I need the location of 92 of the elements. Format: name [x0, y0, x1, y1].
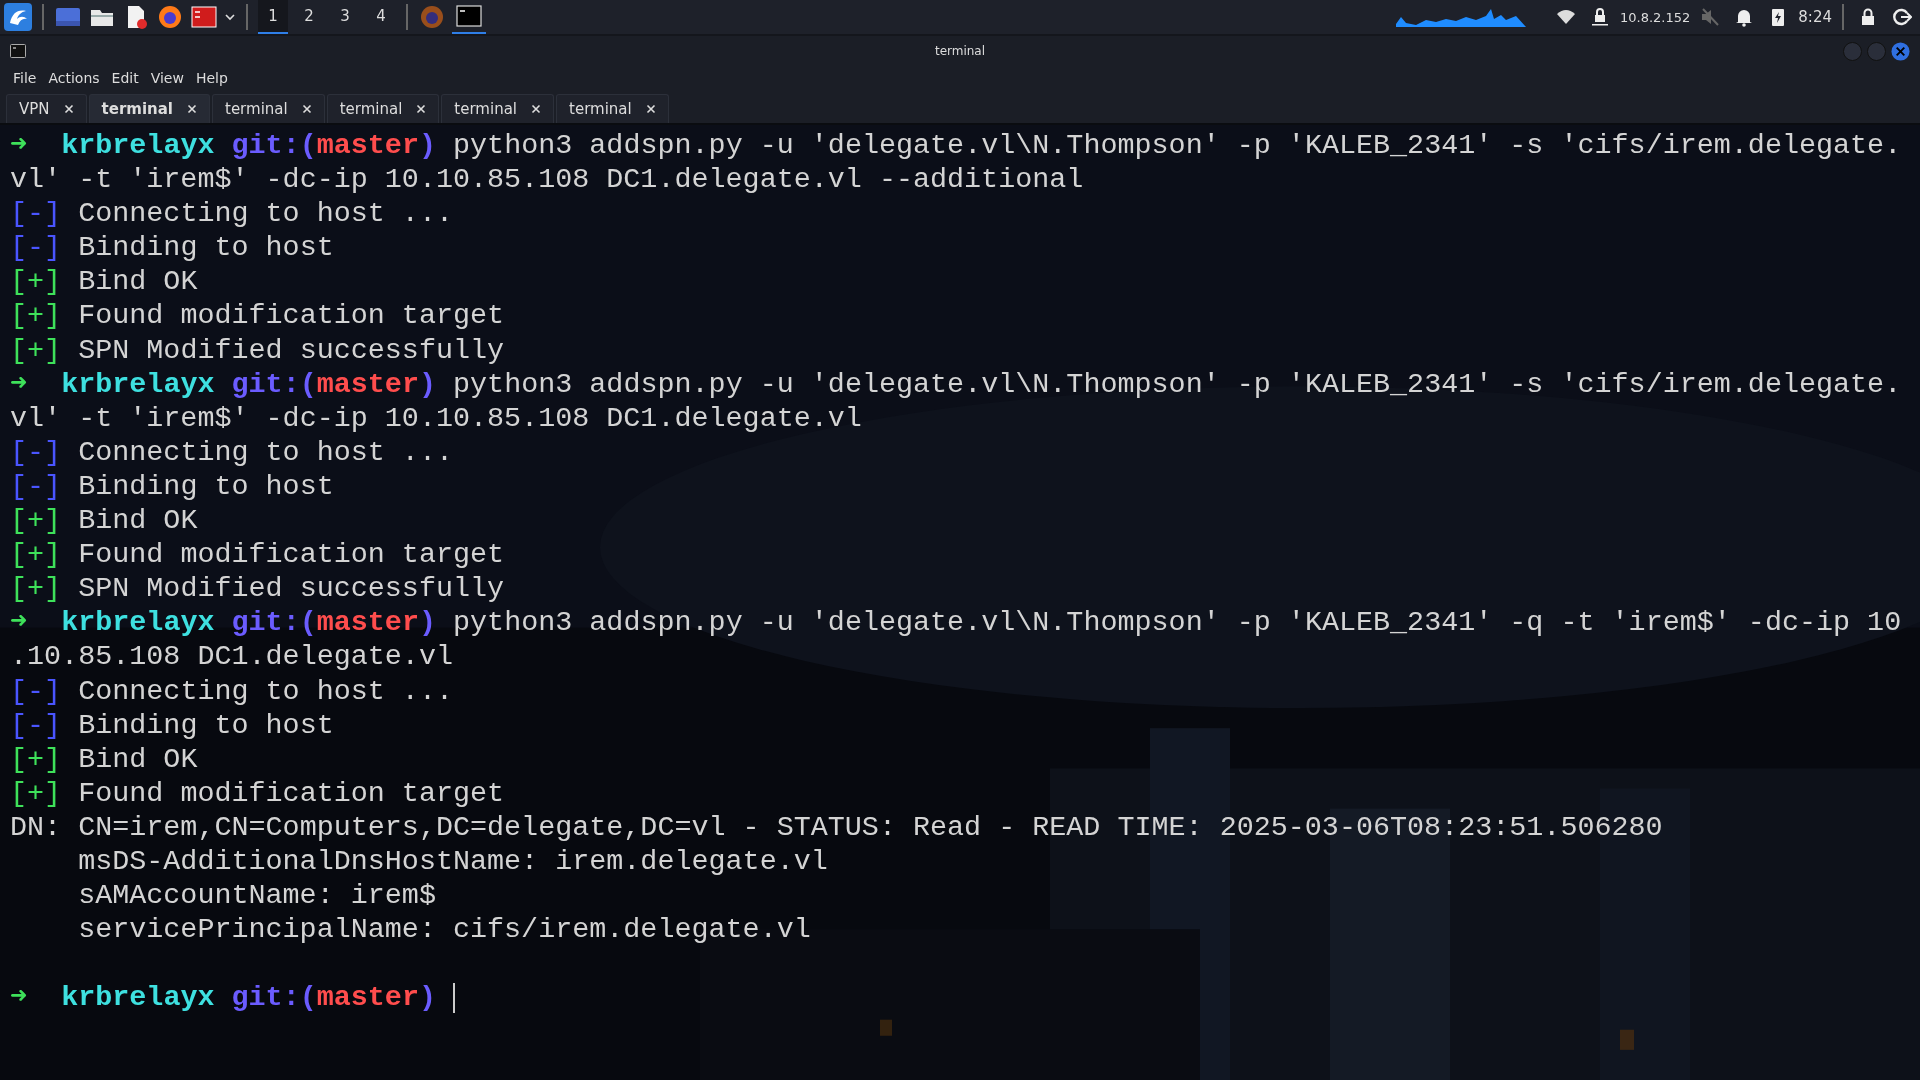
status-marker: [+]: [10, 538, 62, 573]
close-icon[interactable]: [416, 104, 427, 114]
caret-icon[interactable]: [224, 11, 236, 23]
close-button[interactable]: [1891, 41, 1910, 61]
clock[interactable]: 8:24: [1798, 8, 1832, 26]
output-text: Bind OK: [78, 504, 198, 539]
status-marker: [+]: [10, 572, 62, 607]
logout-icon[interactable]: [1892, 7, 1912, 27]
workspace-button[interactable]: 1: [258, 0, 288, 34]
output-text: Found modification target: [78, 776, 505, 811]
command-text: .10.85.108 DC1.delegate.vl: [10, 640, 453, 675]
close-icon[interactable]: [301, 104, 312, 114]
tab[interactable]: terminal: [88, 94, 210, 123]
workspace-button[interactable]: 2: [294, 0, 324, 34]
ip-address: 10.8.2.152: [1620, 9, 1691, 25]
status-marker: [-]: [10, 708, 62, 743]
directory-name: krbrelayx: [61, 129, 215, 164]
prompt-arrow: ➜: [10, 606, 28, 641]
output-text: Bind OK: [78, 742, 198, 777]
browser-icon[interactable]: [418, 3, 446, 31]
git-label: ): [418, 129, 436, 164]
tab[interactable]: terminal: [326, 94, 440, 123]
prompt-arrow: ➜: [10, 981, 28, 1016]
status-marker: [-]: [10, 674, 62, 709]
status-marker: [+]: [10, 776, 62, 811]
menu-item[interactable]: Edit: [106, 70, 144, 86]
tab[interactable]: terminal: [441, 94, 554, 123]
output-text: Binding to host: [78, 708, 334, 743]
status-marker: [+]: [10, 265, 62, 300]
git-branch: master: [316, 129, 419, 164]
prompt-arrow: ➜: [10, 129, 28, 164]
status-marker: [-]: [10, 197, 62, 232]
muted-speaker-icon[interactable]: [1700, 7, 1721, 27]
output-text: Found modification target: [78, 299, 505, 334]
git-label: ): [418, 606, 436, 641]
terminal-icon: [10, 44, 26, 58]
status-marker: [-]: [10, 231, 62, 266]
status-marker: [+]: [10, 504, 62, 539]
menu-item[interactable]: View: [145, 70, 189, 86]
output-text: Connecting to host ...: [78, 197, 453, 232]
browser-icon[interactable]: [156, 3, 184, 31]
close-icon[interactable]: [187, 104, 197, 114]
workspace-button[interactable]: 3: [330, 0, 360, 34]
menu-item[interactable]: Help: [190, 70, 233, 86]
output-text: servicePrincipalName: cifs/irem.delegate.vl: [78, 913, 811, 948]
workspace-button[interactable]: 4: [366, 0, 396, 34]
git-branch: master: [316, 981, 419, 1016]
output-text: DN: CN=irem,CN=Computers,DC=delegate,DC=vl - STATUS: Read - READ TIME: 2025-03-06T08:23:51.506280: [10, 810, 1663, 845]
git-label: git:(: [231, 606, 317, 641]
close-icon[interactable]: [645, 104, 656, 114]
lock-network-icon[interactable]: [1590, 7, 1610, 27]
output-text: Connecting to host ...: [78, 435, 453, 470]
status-marker: [-]: [10, 435, 62, 470]
status-marker: [+]: [10, 299, 62, 334]
tab[interactable]: VPN: [6, 94, 87, 123]
menu-item[interactable]: File: [8, 70, 42, 86]
git-label: ): [418, 367, 436, 402]
command-text: python3 addspn.py -u 'delegate.vl\N.Thompson' -p 'KALEB_2341' -q -t 'irem$' -dc-ip 10: [453, 606, 1902, 641]
output-text: Found modification target: [78, 538, 505, 573]
directory-name: krbrelayx: [61, 981, 215, 1016]
status-marker: [+]: [10, 742, 62, 777]
git-label: git:(: [231, 367, 317, 402]
command-text: vl' -t 'irem$' -dc-ip 10.10.85.108 DC1.delegate.vl --additional: [10, 163, 1084, 198]
git-label: ): [418, 981, 436, 1016]
output-text: msDS-AdditionalDnsHostName: irem.delegate.vl: [78, 844, 828, 880]
terminal-icon[interactable]: [190, 3, 218, 31]
git-branch: master: [316, 367, 419, 402]
command-text: python3 addspn.py -u 'delegate.vl\N.Thompson' -p 'KALEB_2341' -s 'cifs/irem.delegate.: [453, 129, 1902, 164]
menu-item[interactable]: Actions: [43, 70, 105, 86]
window-title: terminal: [934, 44, 986, 58]
git-label: git:(: [231, 129, 317, 164]
directory-name: krbrelayx: [61, 606, 215, 641]
output-text: SPN Modified successfully: [78, 572, 505, 607]
output-text: Bind OK: [78, 265, 198, 300]
status-marker: [+]: [10, 333, 62, 368]
output-text: Binding to host: [78, 469, 334, 505]
close-icon[interactable]: [63, 104, 74, 114]
command-text: vl' -t 'irem$' -dc-ip 10.10.85.108 DC1.delegate.vl: [10, 401, 862, 436]
git-branch: master: [316, 606, 419, 641]
prompt-arrow: ➜: [10, 367, 28, 402]
text-cursor: [453, 983, 456, 1014]
output-text: Connecting to host ...: [78, 674, 453, 709]
command-text: python3 addspn.py -u 'delegate.vl\N.Thompson' -p 'KALEB_2341' -s 'cifs/irem.delegate.: [453, 367, 1902, 402]
output-text: SPN Modified successfully: [78, 333, 505, 368]
close-icon[interactable]: [531, 104, 541, 114]
output-text: Binding to host: [78, 231, 334, 266]
status-marker: [-]: [10, 469, 62, 505]
git-label: git:(: [231, 981, 317, 1016]
tab[interactable]: terminal: [556, 94, 669, 123]
tab[interactable]: terminal: [212, 94, 325, 123]
output-text: sAMAccountName: irem$: [78, 879, 436, 914]
directory-name: krbrelayx: [61, 367, 215, 402]
